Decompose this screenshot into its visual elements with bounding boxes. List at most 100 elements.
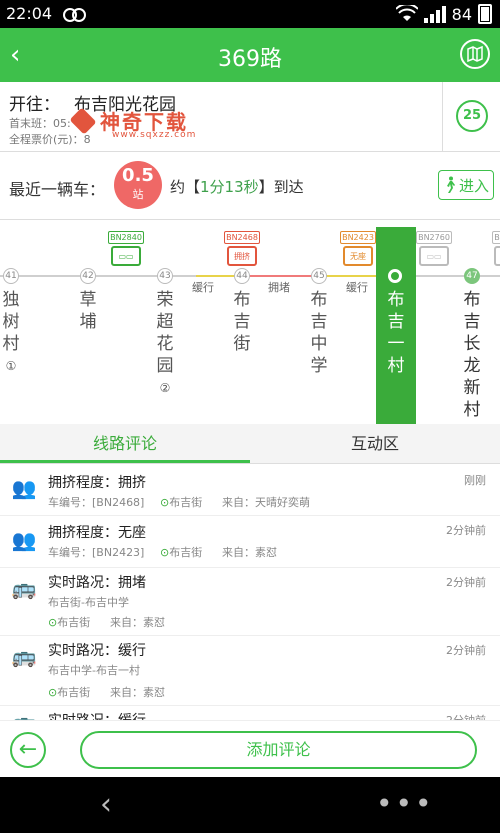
station-char: 布 bbox=[463, 290, 481, 310]
tab-interaction[interactable]: 互动区 bbox=[250, 424, 500, 464]
station-char: 长 bbox=[463, 334, 481, 354]
route-line-jam bbox=[241, 275, 318, 277]
comment-place: ⊙布吉街 bbox=[48, 614, 90, 630]
refresh-timer-button[interactable]: 25 bbox=[456, 100, 488, 132]
bus-id-tag: BN2423 bbox=[340, 231, 376, 244]
comment-title: 拥挤程度：拥挤 bbox=[48, 475, 146, 491]
station-name[interactable]: 荣超花园 ② bbox=[155, 289, 175, 399]
bottom-bar: ← 添加评论 bbox=[0, 720, 500, 777]
nav-back-icon[interactable]: ‹ bbox=[100, 787, 112, 822]
place-text: 布吉街 bbox=[169, 546, 203, 559]
station-char: 吉 bbox=[310, 312, 328, 332]
nearest-bus: 最近一辆车： 0.5 站 约【1分13秒】到达 进入 bbox=[0, 152, 500, 220]
comment-from: 来自：素怼 bbox=[110, 616, 165, 629]
bus-crowd-icon[interactable]: 拥挤 bbox=[227, 246, 257, 266]
station-char: 布 bbox=[310, 290, 328, 310]
comment-time: 刚刚 bbox=[464, 474, 486, 487]
place-text: 布吉街 bbox=[57, 616, 91, 629]
list-item[interactable]: 🚌 实时路况：缓行 2分钟前 bbox=[0, 706, 500, 720]
comment-title: 实时路况：拥堵 bbox=[48, 575, 146, 591]
wifi-icon bbox=[395, 5, 418, 21]
station-char: 村 bbox=[2, 334, 20, 354]
page-title: 369路 bbox=[218, 47, 282, 72]
bus-icon[interactable]: ▭▭ bbox=[111, 246, 141, 266]
comment-bus: 车编号：[BN2423] bbox=[48, 546, 145, 559]
station-name[interactable]: 草埔 bbox=[78, 289, 98, 333]
bus-icon[interactable]: ▭▭ bbox=[419, 246, 449, 266]
comment-section: 布吉中学-布吉一村 bbox=[48, 664, 140, 677]
eta-text: 约【1分13秒】到达 bbox=[170, 176, 304, 197]
station-char: 新 bbox=[463, 378, 481, 398]
station-char: 草 bbox=[79, 290, 97, 310]
app-screen: 22:04 84 ‹ 369路 开往： 布吉阳光花园 首末班：05: 全程票价(… bbox=[0, 0, 500, 833]
station-name[interactable]: 布吉长龙新村 bbox=[462, 289, 482, 421]
stops-value: 0.5 bbox=[122, 165, 154, 186]
nav-menu-icon[interactable]: ••• bbox=[376, 787, 435, 820]
divider bbox=[442, 82, 443, 152]
route-line-slow bbox=[318, 275, 378, 277]
watermark: 神奇下载 www.sqxzz.com bbox=[69, 106, 195, 140]
station-char: 树 bbox=[2, 312, 20, 332]
list-item[interactable]: 👥 拥挤程度：无座 车编号：[BN2423] ⊙布吉街 来自：素怼 2分钟前 bbox=[0, 516, 500, 568]
bus-id-tag: BN2840 bbox=[108, 231, 144, 244]
back-circle-button[interactable]: ← bbox=[10, 732, 46, 768]
station-char: 园 bbox=[156, 356, 174, 376]
bus-id-tag: BN2468 bbox=[224, 231, 260, 244]
comment-tabs: 线路评论 互动区 bbox=[0, 424, 500, 464]
map-icon bbox=[467, 45, 483, 63]
battery-icon bbox=[478, 4, 492, 24]
walk-icon bbox=[446, 176, 455, 193]
eta-suffix: 】到达 bbox=[258, 178, 304, 196]
place-text: 布吉街 bbox=[169, 496, 203, 509]
station-number: 41 bbox=[3, 268, 19, 284]
segment-status: 缓行 bbox=[192, 281, 214, 294]
station-name[interactable]: 布吉中学 bbox=[309, 289, 329, 377]
location-icon: ⊙ bbox=[160, 496, 170, 509]
station-char: 埔 bbox=[79, 312, 97, 332]
header: ‹ 369路 bbox=[0, 28, 500, 82]
bus-icon: 🚌 bbox=[11, 644, 37, 668]
crowd-icon: 👥 bbox=[11, 476, 37, 500]
enter-button[interactable]: 进入 bbox=[438, 170, 494, 200]
station-number: 43 bbox=[157, 268, 173, 284]
station-char: 村 bbox=[463, 400, 481, 420]
system-nav-bar: ‹ ••• bbox=[0, 777, 500, 833]
comment-time: 2分钟前 bbox=[446, 524, 486, 537]
comment-bus: 车编号：[BN2468] bbox=[48, 496, 145, 509]
comment-section: 布吉街-布吉中学 bbox=[48, 596, 129, 609]
station-char: 超 bbox=[156, 312, 174, 332]
comment-list[interactable]: 👥 拥挤程度：拥挤 车编号：[BN2468] ⊙布吉街 来自：天晴好奕萌 刚刚 … bbox=[0, 464, 500, 720]
watermark-sub: www.sqxzz.com bbox=[112, 130, 197, 140]
first-last-bus: 首末班：05: bbox=[9, 117, 71, 130]
list-item[interactable]: 🚌 实时路况：拥堵 布吉街-布吉中学 ⊙布吉街 来自：素怼 2分钟前 bbox=[0, 568, 500, 636]
station-number: 42 bbox=[80, 268, 96, 284]
bus-crowd-icon[interactable]: 无座 bbox=[343, 246, 373, 266]
station-char: 吉 bbox=[463, 312, 481, 332]
bus-icon[interactable] bbox=[494, 246, 500, 266]
add-comment-button[interactable]: 添加评论 bbox=[80, 731, 477, 769]
stops-away-badge: 0.5 站 bbox=[114, 161, 162, 209]
segment-status: 拥堵 bbox=[268, 281, 290, 294]
list-item[interactable]: 🚌 实时路况：缓行 布吉中学-布吉一村 ⊙布吉街 来自：素怼 2分钟前 bbox=[0, 636, 500, 706]
eta-prefix: 约【 bbox=[170, 178, 201, 196]
current-station-name: 布吉一村 bbox=[386, 289, 406, 377]
segment-status: 缓行 bbox=[346, 281, 368, 294]
timer-value: 25 bbox=[462, 108, 482, 123]
station-name[interactable]: 布吉街 bbox=[232, 289, 252, 355]
comment-from: 来自：天晴好奕萌 bbox=[222, 496, 310, 509]
station-name[interactable]: 独树村 ① bbox=[1, 289, 21, 377]
route-line bbox=[416, 275, 500, 277]
back-circle-icon: ← bbox=[18, 737, 38, 762]
battery-level: 84 bbox=[451, 4, 472, 24]
station-char: 独 bbox=[2, 290, 20, 310]
comment-time: 2分钟前 bbox=[446, 712, 486, 720]
signal-icon bbox=[423, 5, 446, 23]
tab-route-comments[interactable]: 线路评论 bbox=[0, 424, 250, 464]
station-suffix: ② bbox=[159, 381, 171, 395]
station-char: 花 bbox=[156, 334, 174, 354]
current-station[interactable]: 布吉一村 bbox=[376, 227, 416, 424]
map-button[interactable] bbox=[460, 39, 490, 69]
station-char: 一 bbox=[387, 334, 405, 354]
list-item[interactable]: 👥 拥挤程度：拥挤 车编号：[BN2468] ⊙布吉街 来自：天晴好奕萌 刚刚 bbox=[0, 464, 500, 516]
bus-icon: 🚌 bbox=[10, 710, 38, 720]
